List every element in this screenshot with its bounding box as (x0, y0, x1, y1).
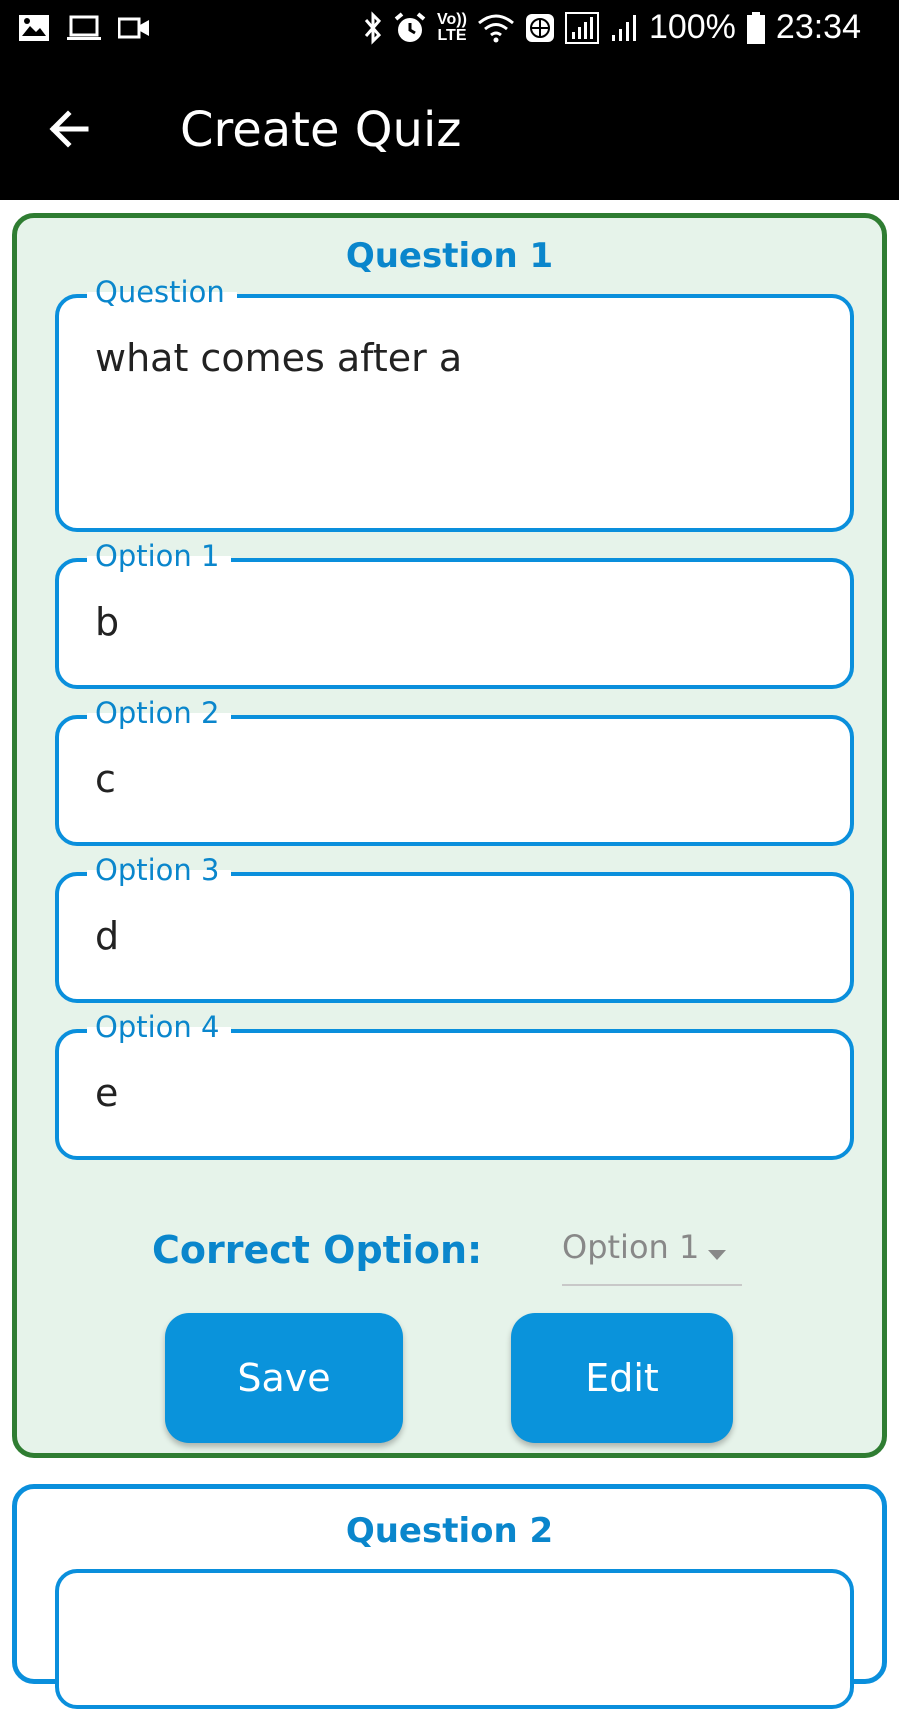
page-title: Create Quiz (180, 102, 462, 158)
option-3-field[interactable]: Option 3 d (55, 850, 854, 1003)
back-arrow-icon[interactable] (46, 104, 96, 154)
correct-option-dropdown[interactable]: Option 1 (562, 1228, 742, 1286)
battery-percent: 100% (648, 8, 736, 46)
question-heading: Question 2 (345, 1511, 554, 1551)
question-field-value[interactable]: what comes after a (95, 336, 462, 380)
question-field[interactable] (55, 1569, 854, 1709)
correct-option-selected: Option 1 (562, 1228, 700, 1266)
clock: 23:34 (775, 8, 861, 46)
dropdown-arrow-icon (708, 1250, 726, 1260)
signal-sim1-icon (564, 11, 599, 44)
laptop-icon (67, 15, 101, 40)
volte-indicator: Vo)) LTE (437, 10, 467, 44)
option-1-label: Option 1 (87, 536, 232, 576)
vpn-globe-icon (525, 13, 554, 42)
option-4-field[interactable]: Option 4 e (55, 1007, 854, 1160)
option-3-value[interactable]: d (95, 914, 119, 958)
bluetooth-icon (364, 10, 382, 45)
question-field[interactable]: Question what comes after a (55, 272, 854, 532)
question-card: Question 1 Question what comes after a O… (12, 213, 887, 1458)
option-4-label: Option 4 (87, 1007, 232, 1047)
status-bar: Vo)) LTE 100% 23:34 (0, 0, 899, 62)
wifi-icon (477, 14, 514, 42)
option-1-value[interactable]: b (95, 600, 119, 644)
battery-icon (746, 11, 765, 44)
option-2-value[interactable]: c (95, 757, 116, 801)
signal-sim2-icon (611, 14, 636, 41)
question-heading: Question 1 (345, 236, 554, 276)
gallery-icon (19, 15, 49, 41)
alarm-icon (394, 11, 426, 42)
question-card: Question 2 (12, 1484, 887, 1709)
question-field-label: Question (87, 272, 237, 312)
option-2-field[interactable]: Option 2 c (55, 693, 854, 846)
video-camera-icon (118, 17, 149, 39)
edit-button[interactable]: Edit (511, 1313, 733, 1443)
option-1-field[interactable]: Option 1 b (55, 536, 854, 689)
option-3-label: Option 3 (87, 850, 232, 890)
correct-option-label: Correct Option: (152, 1228, 483, 1272)
option-4-value[interactable]: e (95, 1071, 118, 1115)
save-button[interactable]: Save (165, 1313, 403, 1443)
option-2-label: Option 2 (87, 693, 232, 733)
app-bar: Create Quiz (0, 62, 899, 200)
